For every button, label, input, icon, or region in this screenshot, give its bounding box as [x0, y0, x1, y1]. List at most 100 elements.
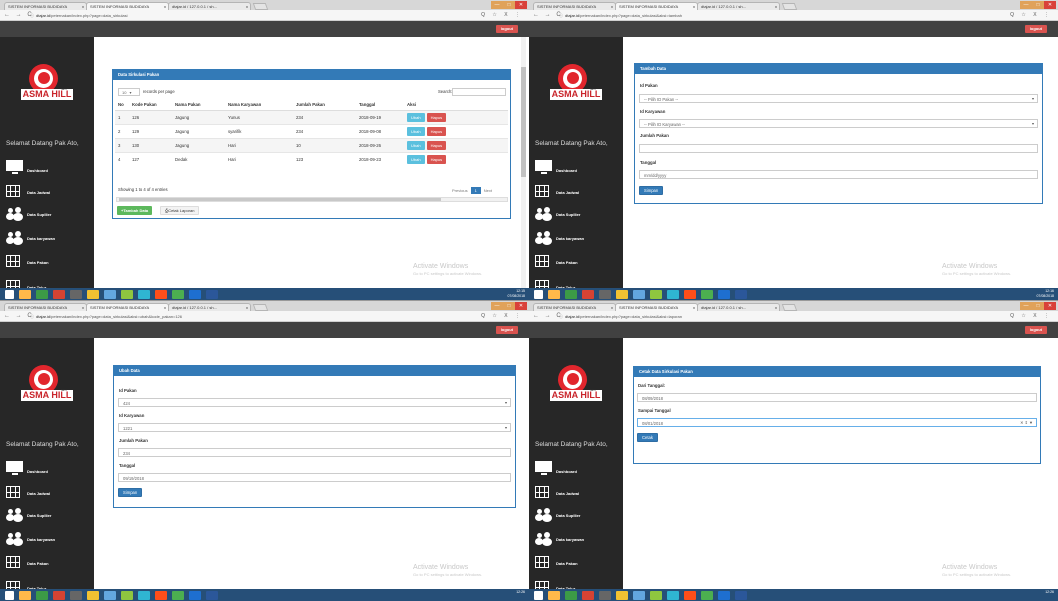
pager-previous[interactable]: Previous: [452, 188, 468, 193]
logout-button[interactable]: logout: [495, 25, 518, 33]
col-header[interactable]: Nama Karyawan: [225, 100, 293, 111]
col-header[interactable]: Nama Pakan: [172, 100, 225, 111]
app-icon[interactable]: [582, 289, 594, 299]
sidebar-item-pakan[interactable]: Data Pakan: [535, 556, 620, 570]
col-header[interactable]: Kode Pakan: [129, 100, 172, 111]
chrome-icon[interactable]: [87, 590, 99, 600]
edit-button[interactable]: Ubah: [407, 126, 425, 136]
close-window-button[interactable]: ✕: [1044, 302, 1056, 310]
col-header[interactable]: No: [115, 100, 129, 111]
sidebar-item-karyawan[interactable]: Data karyawan: [6, 231, 91, 245]
info-icon[interactable]: ⓘ: [30, 13, 34, 18]
close-window-button[interactable]: ✕: [515, 302, 527, 310]
print-button[interactable]: Cetak: [637, 433, 658, 442]
sidebar-item-dashboard[interactable]: Dashboard: [6, 461, 91, 475]
app-icon[interactable]: [155, 590, 167, 600]
browser-tab-active[interactable]: SISTEM INFORMASI BUDIDAYA x: [86, 303, 169, 311]
app-icon[interactable]: [70, 590, 82, 600]
app-icon[interactable]: [36, 289, 48, 299]
delete-button[interactable]: Hapus: [426, 126, 447, 136]
app-icon[interactable]: [189, 289, 201, 299]
edit-button[interactable]: Ubah: [407, 154, 425, 164]
close-icon[interactable]: x: [775, 305, 777, 310]
browser-tab[interactable]: dtajar.id / 127.0.0.1 / sh... x: [168, 2, 251, 10]
id-karyawan-select[interactable]: 1221 ▾: [118, 423, 511, 432]
date-picker-controls-icon[interactable]: ✕ ⇕ ▼: [1020, 420, 1033, 425]
browser-tab-active[interactable]: SISTEM INFORMASI BUDIDAYA x: [615, 303, 698, 311]
id-pakan-select[interactable]: 424 ▾: [118, 398, 511, 407]
add-data-button[interactable]: +Tambah Data: [117, 206, 153, 215]
app-icon[interactable]: [599, 590, 611, 600]
close-icon[interactable]: x: [246, 4, 248, 9]
maximize-button[interactable]: □: [1032, 1, 1044, 9]
app-icon[interactable]: [599, 289, 611, 299]
app-icon[interactable]: [582, 590, 594, 600]
sidebar-item-supplier[interactable]: Data Supllier: [535, 508, 620, 522]
new-tab-button[interactable]: [252, 304, 269, 311]
page-scrollbar[interactable]: [521, 37, 526, 288]
delete-button[interactable]: Hapus: [426, 140, 447, 150]
close-icon[interactable]: x: [246, 305, 248, 310]
file-explorer-icon[interactable]: [548, 289, 560, 299]
sidebar-item-karyawan[interactable]: Data karyawan: [535, 532, 620, 546]
logout-button[interactable]: logout: [1024, 25, 1047, 33]
browser-tools[interactable]: Q ☆ X ⋮: [481, 313, 523, 319]
app-icon[interactable]: [718, 590, 730, 600]
app-icon[interactable]: [650, 289, 662, 299]
close-icon[interactable]: x: [693, 305, 695, 310]
logout-button[interactable]: logout: [1024, 326, 1047, 334]
sidebar-item-dashboard[interactable]: Dashboard: [6, 160, 91, 174]
sidebar-item-jadwal[interactable]: Data Jadwal: [6, 185, 91, 199]
close-icon[interactable]: x: [164, 305, 166, 310]
tanggal-input[interactable]: mm/dd/yyyy: [639, 170, 1038, 179]
close-icon[interactable]: x: [82, 305, 84, 310]
app-icon[interactable]: [36, 590, 48, 600]
delete-button[interactable]: Hapus: [426, 112, 447, 122]
minimize-button[interactable]: —: [491, 1, 503, 9]
to-date-input[interactable]: 08/01/2018 ✕ ⇕ ▼: [637, 418, 1037, 427]
sidebar-item-supplier[interactable]: Data Supllier: [6, 508, 91, 522]
jumlah-input[interactable]: [639, 144, 1038, 153]
file-explorer-icon[interactable]: [19, 289, 31, 299]
sidebar-item-jadwal[interactable]: Data Jadwal: [6, 486, 91, 500]
col-header[interactable]: Jumlah Pakan: [293, 100, 356, 111]
app-icon[interactable]: [70, 289, 82, 299]
scrollbar-thumb[interactable]: [119, 198, 441, 201]
edit-button[interactable]: Ubah: [407, 112, 425, 122]
url-input[interactable]: ⓘ dtajar.id/peternakan/index.php?page=dat…: [559, 12, 969, 19]
from-date-input[interactable]: 08/09/2018: [637, 393, 1037, 402]
length-select[interactable]: 10 ▾: [118, 88, 140, 96]
windows-start-icon[interactable]: [5, 590, 14, 600]
minimize-button[interactable]: —: [1020, 302, 1032, 310]
sidebar-item-pakan[interactable]: Data Pakan: [535, 255, 620, 269]
info-icon[interactable]: ⓘ: [559, 13, 563, 18]
browser-tab[interactable]: SISTEM INFORMASI BUDIDAYA x: [4, 2, 87, 10]
url-input[interactable]: ⓘ dtajar.id/peternakan/index.php?page=dat…: [30, 12, 440, 19]
file-explorer-icon[interactable]: [19, 590, 31, 600]
browser-tab-active[interactable]: SISTEM INFORMASI BUDIDAYA x: [86, 2, 169, 10]
close-icon[interactable]: x: [775, 4, 777, 9]
browser-tools[interactable]: Q ☆ X ⋮: [481, 12, 523, 18]
browser-tools[interactable]: Q ☆ X ⋮: [1010, 12, 1052, 18]
browser-tab[interactable]: SISTEM INFORMASI BUDIDAYA x: [533, 303, 616, 311]
save-button[interactable]: Simpan: [639, 186, 664, 195]
sidebar-item-supplier[interactable]: Data Supllier: [6, 207, 91, 221]
chrome-icon[interactable]: [616, 289, 628, 299]
app-icon[interactable]: [53, 590, 65, 600]
app-icon[interactable]: [684, 289, 696, 299]
close-icon[interactable]: x: [611, 4, 613, 9]
sidebar-item-supplier[interactable]: Data Supllier: [535, 207, 620, 221]
maximize-button[interactable]: □: [503, 1, 515, 9]
new-tab-button[interactable]: [781, 304, 798, 311]
system-tray-clock[interactable]: 12:26: [516, 590, 525, 595]
browser-tab[interactable]: dtajar.id / 127.0.0.1 / sh... x: [697, 303, 780, 311]
app-icon[interactable]: [121, 289, 133, 299]
logout-button[interactable]: logout: [495, 326, 518, 334]
browser-tab[interactable]: dtajar.id / 127.0.0.1 / sh... x: [697, 2, 780, 10]
windows-start-icon[interactable]: [534, 289, 543, 299]
url-input[interactable]: ⓘ dtajar.id/peternakan/index.php?page=dat…: [30, 313, 440, 320]
app-icon[interactable]: [701, 289, 713, 299]
sidebar-item-karyawan[interactable]: Data karyawan: [535, 231, 620, 245]
pager-page[interactable]: 1: [470, 187, 481, 194]
app-icon[interactable]: [565, 590, 577, 600]
